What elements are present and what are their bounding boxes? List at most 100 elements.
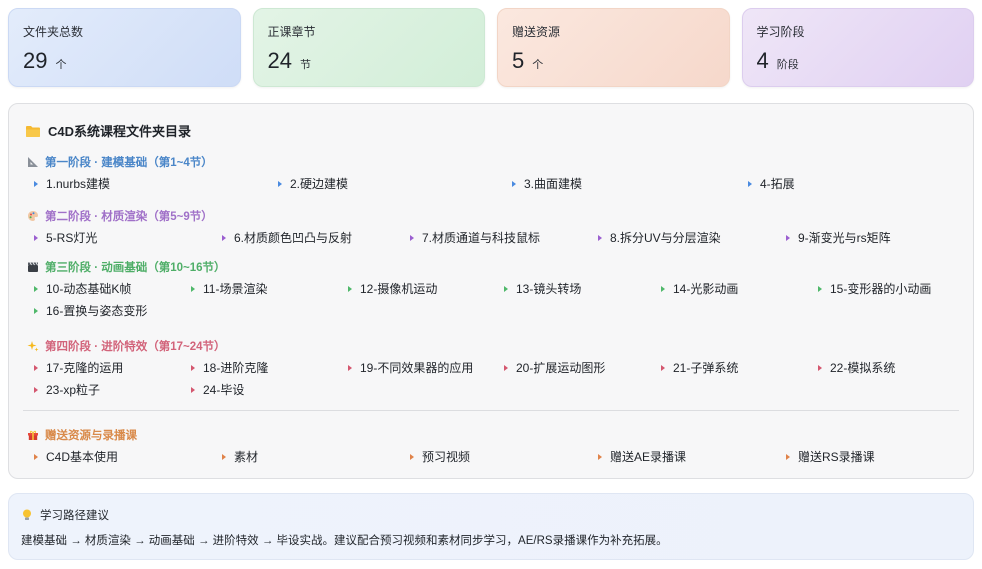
folder-item[interactable]: 10-动态基础K帧: [34, 280, 131, 297]
stage-2-title-text: 第二阶段 · 材质渲染（第5~9节）: [45, 211, 213, 223]
tip-text: 建模基础 → 材质渲染 → 动画基础 → 进阶特效 → 毕设实战。建议配合预习视…: [21, 535, 668, 547]
folder-item[interactable]: 9-渐变光与rs矩阵: [786, 229, 891, 246]
folder-item[interactable]: 5-RS灯光: [34, 229, 97, 246]
ruler-triangle-icon: [26, 156, 39, 169]
stat-value: 4: [756, 48, 769, 73]
folder-item[interactable]: 6.材质颜色凹凸与反射: [222, 229, 352, 246]
folder-item[interactable]: 19-不同效果器的应用: [348, 359, 473, 376]
folder-item[interactable]: 17-克隆的运用: [34, 359, 123, 376]
folder-item[interactable]: 22-模拟系统: [818, 359, 895, 376]
caret-right-icon: [34, 364, 38, 371]
stat-unit: 节: [299, 59, 311, 71]
folder-item-label: 9-渐变光与rs矩阵: [798, 231, 891, 245]
folder-item[interactable]: 4-拓展: [748, 175, 795, 192]
folder-item-label: 13-镜头转场: [516, 282, 582, 296]
catalog-panel: C4D系统课程文件夹目录 第一阶段 · 建模基础（第1~4节） 1.nurbs建模…: [8, 103, 974, 479]
folder-item-label: 22-模拟系统: [830, 361, 896, 375]
folder-item[interactable]: 11-场景渲染: [191, 280, 267, 297]
folder-item[interactable]: 24-毕设: [191, 381, 244, 398]
folder-item-label: 12-摄像机运动: [360, 282, 438, 296]
stats-row: 文件夹总数 29 个 正课章节 24 节 赠送资源 5个 学习阶段 4 阶段: [8, 8, 974, 87]
caret-right-icon: [222, 234, 226, 241]
divider: [23, 410, 959, 411]
stage-3-title: 第三阶段 · 动画基础（第10~16节）: [26, 259, 226, 275]
caret-right-icon: [748, 180, 752, 187]
folder-item-label: 21-子弹系统: [673, 361, 739, 375]
folder-item[interactable]: 15-变形器的小动画: [818, 280, 931, 297]
folder-item-label: 19-不同效果器的应用: [360, 361, 474, 375]
folder-item-label: 1.nurbs建模: [46, 177, 111, 191]
folder-item[interactable]: C4D基本使用: [34, 448, 118, 465]
caret-right-icon: [191, 285, 195, 292]
folder-item[interactable]: 13-镜头转场: [504, 280, 581, 297]
caret-right-icon: [278, 180, 282, 187]
folder-item-label: 5-RS灯光: [46, 231, 98, 245]
caret-right-icon: [191, 386, 195, 393]
caret-right-icon: [661, 364, 665, 371]
caret-right-icon: [598, 234, 602, 241]
caret-right-icon: [818, 364, 822, 371]
folder-item[interactable]: 14-光影动画: [661, 280, 738, 297]
caret-right-icon: [222, 453, 226, 460]
stat-card-bonus: 赠送资源 5个: [497, 8, 730, 87]
caret-right-icon: [504, 364, 508, 371]
stat-card-chapters: 正课章节 24 节: [252, 8, 485, 87]
folder-item-label: 11-场景渲染: [203, 282, 268, 296]
folder-item-label: 8.拆分UV与分层渲染: [610, 231, 721, 245]
gift-icon: [26, 429, 39, 442]
sparkles-icon: [26, 340, 39, 353]
caret-right-icon: [818, 285, 822, 292]
folder-item[interactable]: 7.材质通道与科技鼠标: [410, 229, 540, 246]
caret-right-icon: [410, 453, 414, 460]
caret-right-icon: [786, 234, 790, 241]
folder-item-label: 素材: [234, 450, 259, 464]
folder-item[interactable]: 12-摄像机运动: [348, 280, 437, 297]
folder-item[interactable]: 8.拆分UV与分层渲染: [598, 229, 721, 246]
caret-right-icon: [34, 285, 38, 292]
bonus-title-text: 赠送资源与录播课: [45, 430, 137, 442]
stat-value: 29: [23, 48, 48, 73]
stat-card-folders: 文件夹总数 29 个: [8, 8, 241, 87]
clapperboard-icon: [26, 261, 39, 274]
folder-item[interactable]: 18-进阶克隆: [191, 359, 268, 376]
caret-right-icon: [191, 364, 195, 371]
folder-item[interactable]: 21-子弹系统: [661, 359, 738, 376]
stat-value: 5: [512, 48, 525, 73]
folder-item[interactable]: 预习视频: [410, 448, 470, 465]
folder-item[interactable]: 20-扩展运动图形: [504, 359, 605, 376]
folder-item[interactable]: 1.nurbs建模: [34, 175, 110, 192]
caret-right-icon: [34, 234, 38, 241]
stage-1-title-text: 第一阶段 · 建模基础（第1~4节）: [45, 157, 213, 169]
folder-item[interactable]: 赠送AE录播课: [598, 448, 686, 465]
folder-item-label: 赠送RS录播课: [798, 450, 875, 464]
stage-1-title: 第一阶段 · 建模基础（第1~4节）: [26, 154, 213, 170]
stat-label: 文件夹总数: [23, 25, 84, 39]
caret-right-icon: [661, 285, 665, 292]
tip-title: 学习路径建议: [22, 507, 109, 523]
folder-item-label: 2.硬边建模: [290, 177, 349, 191]
folder-item-label: 20-扩展运动图形: [516, 361, 606, 375]
folder-icon: [26, 125, 40, 137]
tip-title-text: 学习路径建议: [40, 510, 109, 522]
folder-item[interactable]: 16-置换与姿态变形: [34, 302, 147, 319]
folder-item-label: 17-克隆的运用: [46, 361, 124, 375]
folder-item-label: 16-置换与姿态变形: [46, 304, 148, 318]
folder-item-label: 10-动态基础K帧: [46, 282, 132, 296]
folder-item[interactable]: 2.硬边建模: [278, 175, 348, 192]
stage-3-title-text: 第三阶段 · 动画基础（第10~16节）: [45, 262, 226, 274]
caret-right-icon: [34, 180, 38, 187]
folder-item[interactable]: 赠送RS录播课: [786, 448, 875, 465]
caret-right-icon: [348, 285, 352, 292]
caret-right-icon: [504, 285, 508, 292]
folder-item[interactable]: 3.曲面建模: [512, 175, 582, 192]
stage-4-title: 第四阶段 · 进阶特效（第17~24节）: [26, 338, 226, 354]
stat-card-stages: 学习阶段 4 阶段: [741, 8, 974, 87]
caret-right-icon: [786, 453, 790, 460]
folder-item[interactable]: 23-xp粒子: [34, 381, 100, 398]
folder-item-label: 24-毕设: [203, 383, 245, 397]
stat-unit: 个: [532, 59, 544, 71]
folder-item-label: 7.材质通道与科技鼠标: [422, 231, 541, 245]
folder-item[interactable]: 素材: [222, 448, 258, 465]
stat-label: 正课章节: [267, 25, 316, 39]
caret-right-icon: [598, 453, 602, 460]
